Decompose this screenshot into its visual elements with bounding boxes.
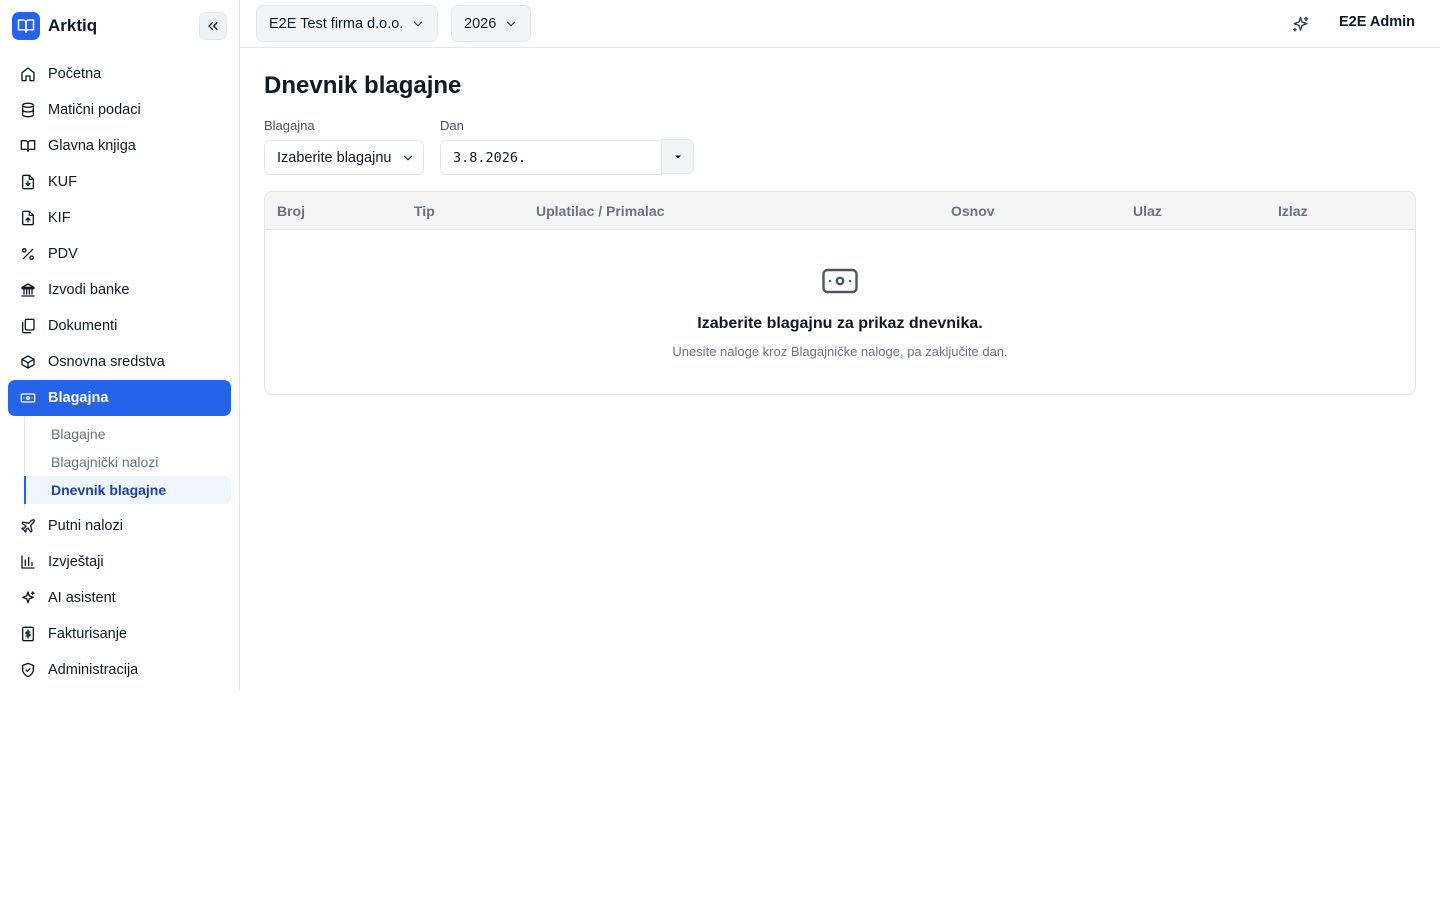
sparkles-icon	[1291, 15, 1310, 34]
chevron-down-icon	[411, 17, 425, 31]
sidebar-subitem-blagajne[interactable]: Blagajne	[16, 420, 231, 448]
date-picker-button[interactable]	[661, 139, 694, 174]
empty-state-title: Izaberite blagajnu za prikaz dnevnika.	[697, 315, 983, 332]
sidebar-item-putni-nalozi[interactable]: Putni nalozi	[8, 508, 231, 544]
sidebar-item-kif[interactable]: KIF	[8, 200, 231, 236]
banknote-icon	[20, 390, 36, 406]
ai-assistant-button[interactable]	[1290, 14, 1310, 34]
sidebar-subitem-blagajnicki-nalozi[interactable]: Blagajnički nalozi	[16, 448, 231, 476]
sidebar-item-label: Dokumenti	[48, 318, 118, 334]
column-header-osnov: Osnov	[951, 203, 995, 219]
sidebar-submenu-blagajna: Blagajne Blagajnički nalozi Dnevnik blag…	[16, 416, 231, 508]
column-header-uplatilac-primalac: Uplatilac / Primalac	[536, 203, 665, 219]
shield-check-icon	[20, 662, 36, 678]
sidebar-item-fakturisanje[interactable]: Fakturisanje	[8, 616, 231, 652]
receipt-dollar-icon	[20, 626, 36, 642]
column-header-izlaz: Izlaz	[1278, 203, 1308, 219]
sidebar-nav: Početna Matični podaci Glavna knjiga KUF…	[8, 56, 231, 688]
sidebar-item-izvodi-banke[interactable]: Izvodi banke	[8, 272, 231, 308]
sidebar-subitem-dnevnik-blagajne[interactable]: Dnevnik blagajne	[24, 476, 231, 504]
sidebar-item-administracija[interactable]: Administracija	[8, 652, 231, 688]
sidebar-item-kuf[interactable]: KUF	[8, 164, 231, 200]
sidebar-item-maticni-podaci[interactable]: Matični podaci	[8, 92, 231, 128]
sidebar-subitem-label: Blagajnički nalozi	[51, 454, 159, 470]
sidebar-item-dokumenti[interactable]: Dokumenti	[8, 308, 231, 344]
plane-icon	[20, 518, 36, 534]
sidebar-item-ai-asistent[interactable]: AI asistent	[8, 580, 231, 616]
sidebar-item-label: Početna	[48, 66, 102, 82]
sidebar-item-glavna-knjiga[interactable]: Glavna knjiga	[8, 128, 231, 164]
caret-down-icon	[674, 154, 682, 160]
chevron-down-icon	[401, 151, 415, 165]
app-name: Arktiq	[48, 16, 98, 35]
cash-journal-table: Broj Tip Uplatilac / Primalac Osnov Ulaz…	[264, 191, 1416, 395]
sidebar-item-pdv[interactable]: PDV	[8, 236, 231, 272]
files-icon	[20, 318, 36, 334]
column-header-broj: Broj	[277, 203, 305, 219]
company-selector[interactable]: E2E Test firma d.o.o.	[256, 5, 439, 42]
sidebar-item-label: Fakturisanje	[48, 626, 127, 642]
day-input[interactable]	[440, 140, 662, 175]
sidebar-item-label: KUF	[48, 174, 77, 190]
sidebar-item-izvjestaji[interactable]: Izvještaji	[8, 544, 231, 580]
book-open-icon	[12, 12, 40, 40]
sidebar-subitem-label: Blagajne	[51, 426, 106, 442]
cashbox-select-value: Izaberite blagajnu	[277, 149, 392, 166]
sidebar-item-osnovna-sredstva[interactable]: Osnovna sredstva	[8, 344, 231, 380]
percent-icon	[20, 246, 36, 262]
database-icon	[20, 102, 36, 118]
sidebar: Arktiq Početna Matični podaci Glavna knj…	[0, 0, 240, 691]
sidebar-item-label: PDV	[48, 246, 78, 262]
brand[interactable]: Arktiq	[12, 12, 97, 40]
book-open-icon	[20, 138, 36, 154]
sidebar-item-blagajna[interactable]: Blagajna	[8, 380, 231, 416]
sidebar-item-label: Osnovna sredstva	[48, 354, 165, 370]
box-icon	[20, 354, 36, 370]
bank-icon	[20, 282, 36, 298]
company-name: E2E Test firma d.o.o.	[269, 15, 404, 32]
cashbox-label: Blagajna	[264, 118, 315, 133]
chevrons-left-icon	[205, 18, 221, 34]
sidebar-item-label: Administracija	[48, 662, 139, 678]
home-icon	[20, 66, 36, 82]
table-header: Broj Tip Uplatilac / Primalac Osnov Ulaz…	[265, 192, 1415, 230]
sidebar-item-label: KIF	[48, 210, 71, 226]
sidebar-item-label: Blagajna	[48, 390, 109, 406]
cashbox-select[interactable]: Izaberite blagajnu	[264, 140, 424, 175]
topbar: E2E Test firma d.o.o. 2026 E2E Admin	[240, 0, 1440, 48]
sidebar-item-label: Putni nalozi	[48, 518, 123, 534]
sidebar-item-label: Glavna knjiga	[48, 138, 136, 154]
year-value: 2026	[464, 15, 497, 32]
sidebar-item-pocetna[interactable]: Početna	[8, 56, 231, 92]
year-selector[interactable]: 2026	[451, 5, 532, 42]
column-header-tip: Tip	[414, 203, 435, 219]
sidebar-item-label: AI asistent	[48, 590, 116, 606]
file-upload-icon	[20, 210, 36, 226]
sidebar-item-label: Izvještaji	[48, 554, 104, 570]
empty-state-subtitle: Unesite naloge kroz Blagajničke naloge, …	[672, 344, 1008, 359]
sidebar-subitem-label: Dnevnik blagajne	[51, 482, 167, 498]
collapse-sidebar-button[interactable]	[199, 12, 227, 40]
banknote-icon	[822, 268, 858, 294]
user-menu[interactable]: E2E Admin	[1339, 14, 1415, 30]
page-title: Dnevnik blagajne	[264, 72, 462, 99]
sidebar-item-label: Matični podaci	[48, 102, 141, 118]
day-label: Dan	[440, 118, 464, 133]
chevron-down-icon	[504, 17, 518, 31]
file-download-icon	[20, 174, 36, 190]
sparkles-icon	[20, 590, 36, 606]
column-header-ulaz: Ulaz	[1133, 203, 1162, 219]
sidebar-item-label: Izvodi banke	[48, 282, 130, 298]
bar-chart-icon	[20, 554, 36, 570]
